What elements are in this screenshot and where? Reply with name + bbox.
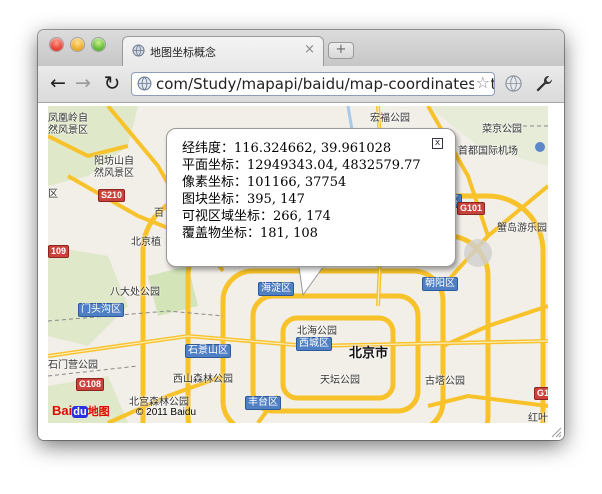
address-bar[interactable]: com/Study/mapapi/baidu/map-coordinates.h… <box>131 72 495 96</box>
place-label: 然风景区 <box>94 168 134 179</box>
place-label: 北海公园 <box>297 326 337 337</box>
logo-ditu: 地图 <box>87 406 110 418</box>
wrench-icon[interactable] <box>534 74 554 94</box>
district-tag-mentougou[interactable]: 门头沟区 <box>78 303 124 317</box>
place-label: 八大处公园 <box>110 287 160 298</box>
title-bar: 地图坐标概念 × + <box>38 30 564 67</box>
coordinate-line-viewport: 可视区域坐标：266, 174 <box>182 209 331 224</box>
baidu-map[interactable]: 海淀区 门头沟区 石景山区 西城区 朝阳区 朝阳区 丰台区 S210 G101 … <box>48 106 548 423</box>
place-label: 蟹岛游乐园 <box>497 223 547 234</box>
coordinate-list: 经纬度：116.324662, 39.961028 平面坐标：12949343.… <box>182 140 421 242</box>
road-tag-s210: S210 <box>98 189 126 202</box>
place-label: 西山森林公园 <box>173 374 233 385</box>
page-menu-icon[interactable] <box>504 74 523 93</box>
zoom-window-button[interactable] <box>92 38 105 51</box>
place-label: 宏福公园 <box>370 113 410 124</box>
map-copyright: © 2011 Baidu <box>136 407 197 418</box>
close-icon[interactable]: x <box>432 138 443 149</box>
bookmark-star-icon[interactable]: ☆ <box>473 73 490 92</box>
baidu-logo[interactable]: Baidu地图 <box>52 403 110 419</box>
road-tag-g101: G101 <box>457 202 486 215</box>
new-tab-button[interactable]: + <box>328 42 354 59</box>
coordinate-line-plane: 平面坐标：12949343.04, 4832579.77 <box>182 158 421 173</box>
place-label: 然风景区 <box>48 125 88 136</box>
reload-button[interactable]: ↻ <box>101 71 123 95</box>
logo-du: du <box>72 406 88 418</box>
tab-title: 地图坐标概念 <box>150 46 216 59</box>
back-button[interactable]: ← <box>47 71 69 95</box>
coordinate-line-latlng: 经纬度：116.324662, 39.961028 <box>182 141 392 156</box>
navigation-toolbar: ← → ↻ com/Study/mapapi/baidu/map-coordin… <box>38 66 564 103</box>
road-tag-109: 109 <box>48 245 70 258</box>
tab-map-coordinates[interactable]: 地图坐标概念 × <box>122 36 324 67</box>
district-tag-haidian[interactable]: 海淀区 <box>258 282 294 296</box>
coordinate-line-pixel: 像素坐标：101166, 37754 <box>182 175 347 190</box>
resize-grip-icon[interactable] <box>551 427 562 438</box>
district-tag-fengtai[interactable]: 丰台区 <box>245 396 281 410</box>
popup-pointer <box>298 267 324 297</box>
district-tag-xicheng[interactable]: 西城区 <box>296 337 332 351</box>
place-label: 红叶 <box>528 413 548 423</box>
place-label: 菜京公园 <box>482 124 522 135</box>
tab-close-icon[interactable]: × <box>304 42 315 57</box>
close-window-button[interactable] <box>50 38 63 51</box>
info-window: x 经纬度：116.324662, 39.961028 平面坐标：1294934… <box>166 128 456 267</box>
place-label: 区 <box>48 189 58 200</box>
place-label: 首都国际机场 <box>458 146 518 157</box>
url-text[interactable]: com/Study/mapapi/baidu/map-coordinates.h… <box>156 75 494 93</box>
road-tag-g1: G1 <box>534 387 548 400</box>
coordinate-line-overlay: 覆盖物坐标：181, 108 <box>182 226 318 241</box>
city-label: 北京市 <box>349 345 389 360</box>
page-content: 海淀区 门头沟区 石景山区 西城区 朝阳区 朝阳区 丰台区 S210 G101 … <box>38 103 564 440</box>
globe-icon <box>137 76 152 91</box>
coordinate-line-tile: 图块坐标：395, 147 <box>182 192 305 207</box>
place-label: 天坛公园 <box>320 375 360 386</box>
minimize-window-button[interactable] <box>71 38 84 51</box>
district-tag-shijingshan[interactable]: 石景山区 <box>185 344 231 358</box>
place-label: 北宫森林公园 <box>129 397 189 408</box>
road-tag-g108: G108 <box>76 378 105 391</box>
forward-button[interactable]: → <box>72 71 94 95</box>
globe-icon <box>132 44 145 57</box>
place-label: 百 <box>154 208 164 219</box>
browser-window: 地图坐标概念 × + ← → ↻ com/Study/mapapi/baidu/… <box>38 30 564 440</box>
logo-bai: Bai <box>52 403 73 418</box>
district-tag-chaoyang-north[interactable]: 朝阳区 <box>422 277 458 291</box>
place-label: 北京植 <box>131 237 161 248</box>
place-label: 古塔公园 <box>425 376 465 387</box>
place-label: 石门营公园 <box>48 360 98 371</box>
